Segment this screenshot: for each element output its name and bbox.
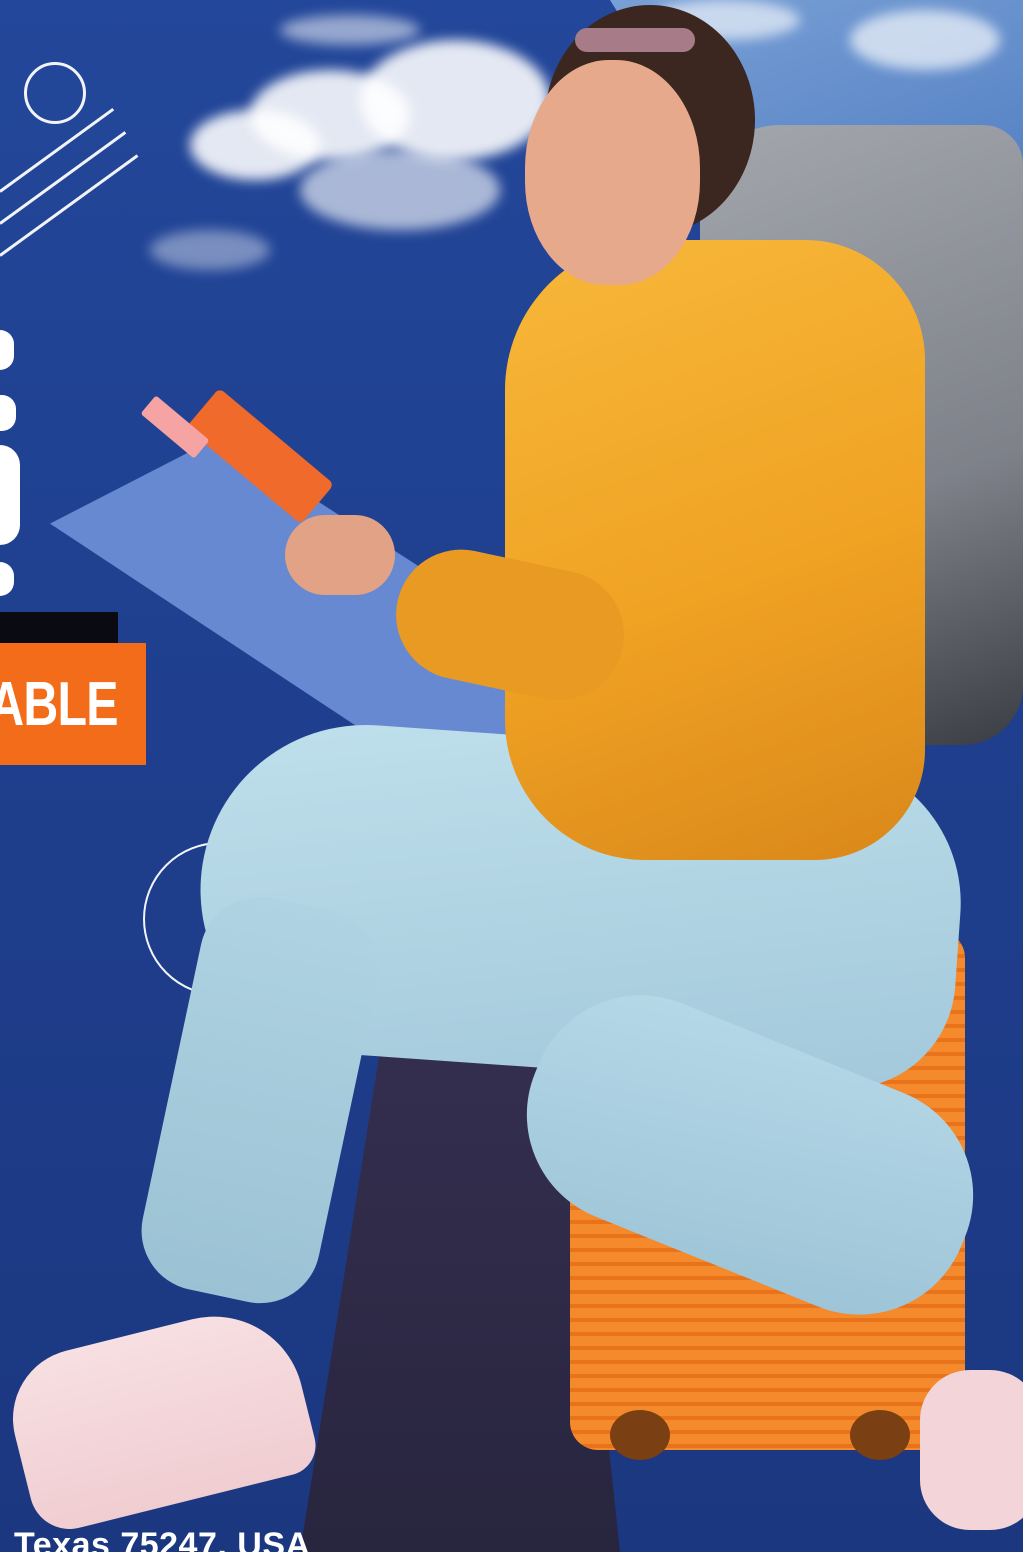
cloud [850, 10, 1000, 70]
hand [285, 515, 395, 595]
cloud [300, 150, 500, 230]
sunglasses [575, 28, 695, 52]
suitcase-wheel [610, 1410, 670, 1460]
circle-outline-icon [24, 62, 86, 124]
cloud [150, 230, 270, 270]
face [525, 60, 700, 285]
letter-fragment [0, 395, 16, 431]
sneaker-right [920, 1370, 1023, 1530]
address-text: Texas 75247, USA [14, 1526, 311, 1552]
suitcase-wheel [850, 1410, 910, 1460]
letter-fragment [0, 562, 14, 596]
sneaker-left [0, 1297, 322, 1538]
travel-poster: ABLE Texas 75247, USA [0, 0, 1023, 1552]
hoodie [505, 240, 925, 860]
letter-fragment [0, 445, 20, 545]
cloud [280, 15, 420, 45]
cloud [360, 40, 550, 160]
orange-tag: ABLE [0, 643, 146, 765]
tag-text: ABLE [0, 669, 119, 739]
letter-fragment [0, 330, 14, 370]
